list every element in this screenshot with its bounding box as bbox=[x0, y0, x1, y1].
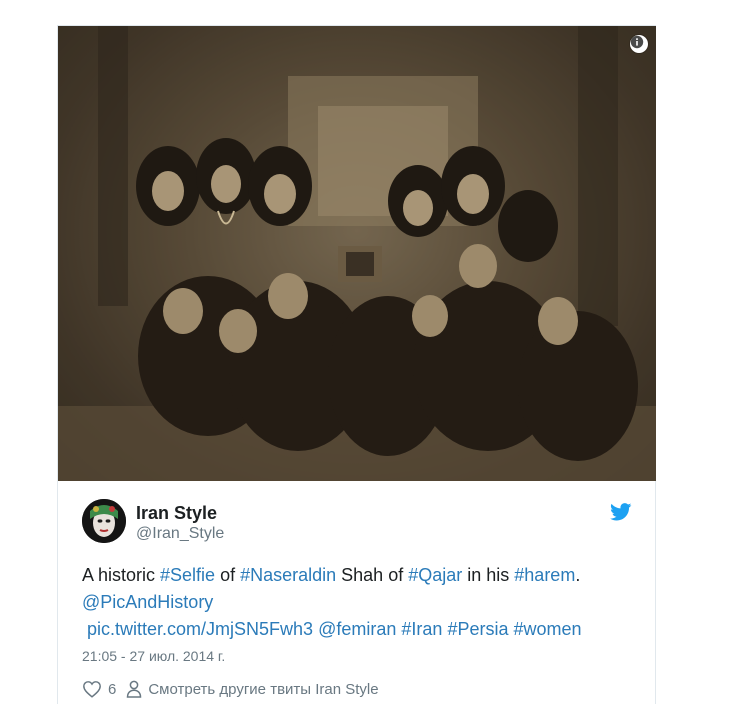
author-handle[interactable]: @Iran_Style bbox=[136, 525, 224, 543]
hashtag-naseraldin[interactable]: #Naseraldin bbox=[240, 565, 336, 585]
hashtag-selfie[interactable]: #Selfie bbox=[160, 565, 215, 585]
person-icon[interactable] bbox=[126, 680, 142, 698]
hashtag-qajar[interactable]: #Qajar bbox=[408, 565, 462, 585]
tweet-text-line-3: pic.twitter.com/JmjSN5Fwh3 @femiran #Ira… bbox=[82, 616, 642, 643]
avatar[interactable] bbox=[82, 499, 126, 543]
tweet-author[interactable]: Iran Style @Iran_Style bbox=[82, 499, 582, 545]
avatar-image bbox=[82, 499, 126, 543]
heart-icon[interactable] bbox=[82, 680, 102, 698]
tweet-text: A historic #Selfie of #Naseraldin Shah o… bbox=[82, 562, 642, 643]
author-name[interactable]: Iran Style bbox=[136, 503, 217, 524]
text-fragment: A historic bbox=[82, 565, 161, 585]
mention-femiran[interactable]: @femiran bbox=[318, 619, 396, 639]
tweet-photo[interactable] bbox=[58, 26, 656, 481]
text-fragment: of bbox=[215, 565, 241, 585]
tweet-timestamp[interactable]: 21:05 - 27 июл. 2014 г. bbox=[82, 648, 225, 664]
text-fragment: Shah of bbox=[336, 565, 409, 585]
twitter-bird-icon[interactable] bbox=[610, 503, 632, 521]
pic-link[interactable]: pic.twitter.com/JmjSN5Fwh3 bbox=[87, 619, 313, 639]
historic-photo-illustration bbox=[58, 26, 656, 481]
hashtag-harem[interactable]: #harem bbox=[514, 565, 575, 585]
text-fragment: in his bbox=[462, 565, 515, 585]
tweet-actions: 6 Смотреть другие твиты Iran Style bbox=[82, 679, 379, 699]
like-count[interactable]: 6 bbox=[108, 681, 116, 698]
tweet-card: Iran Style @Iran_Style A historic #Selfi… bbox=[57, 25, 656, 704]
more-tweets-link[interactable]: Смотреть другие твиты Iran Style bbox=[148, 681, 378, 698]
mention-picandhistory[interactable]: @PicAndHistory bbox=[82, 592, 213, 612]
hashtag-persia[interactable]: #Persia bbox=[447, 619, 508, 639]
tweet-text-line-2: @PicAndHistory bbox=[82, 589, 642, 616]
hashtag-iran[interactable]: #Iran bbox=[401, 619, 442, 639]
tweet-text-line-1: A historic #Selfie of #Naseraldin Shah o… bbox=[82, 562, 642, 589]
text-fragment: . bbox=[575, 565, 581, 585]
hashtag-women[interactable]: #women bbox=[514, 619, 582, 639]
info-icon[interactable] bbox=[630, 35, 648, 53]
